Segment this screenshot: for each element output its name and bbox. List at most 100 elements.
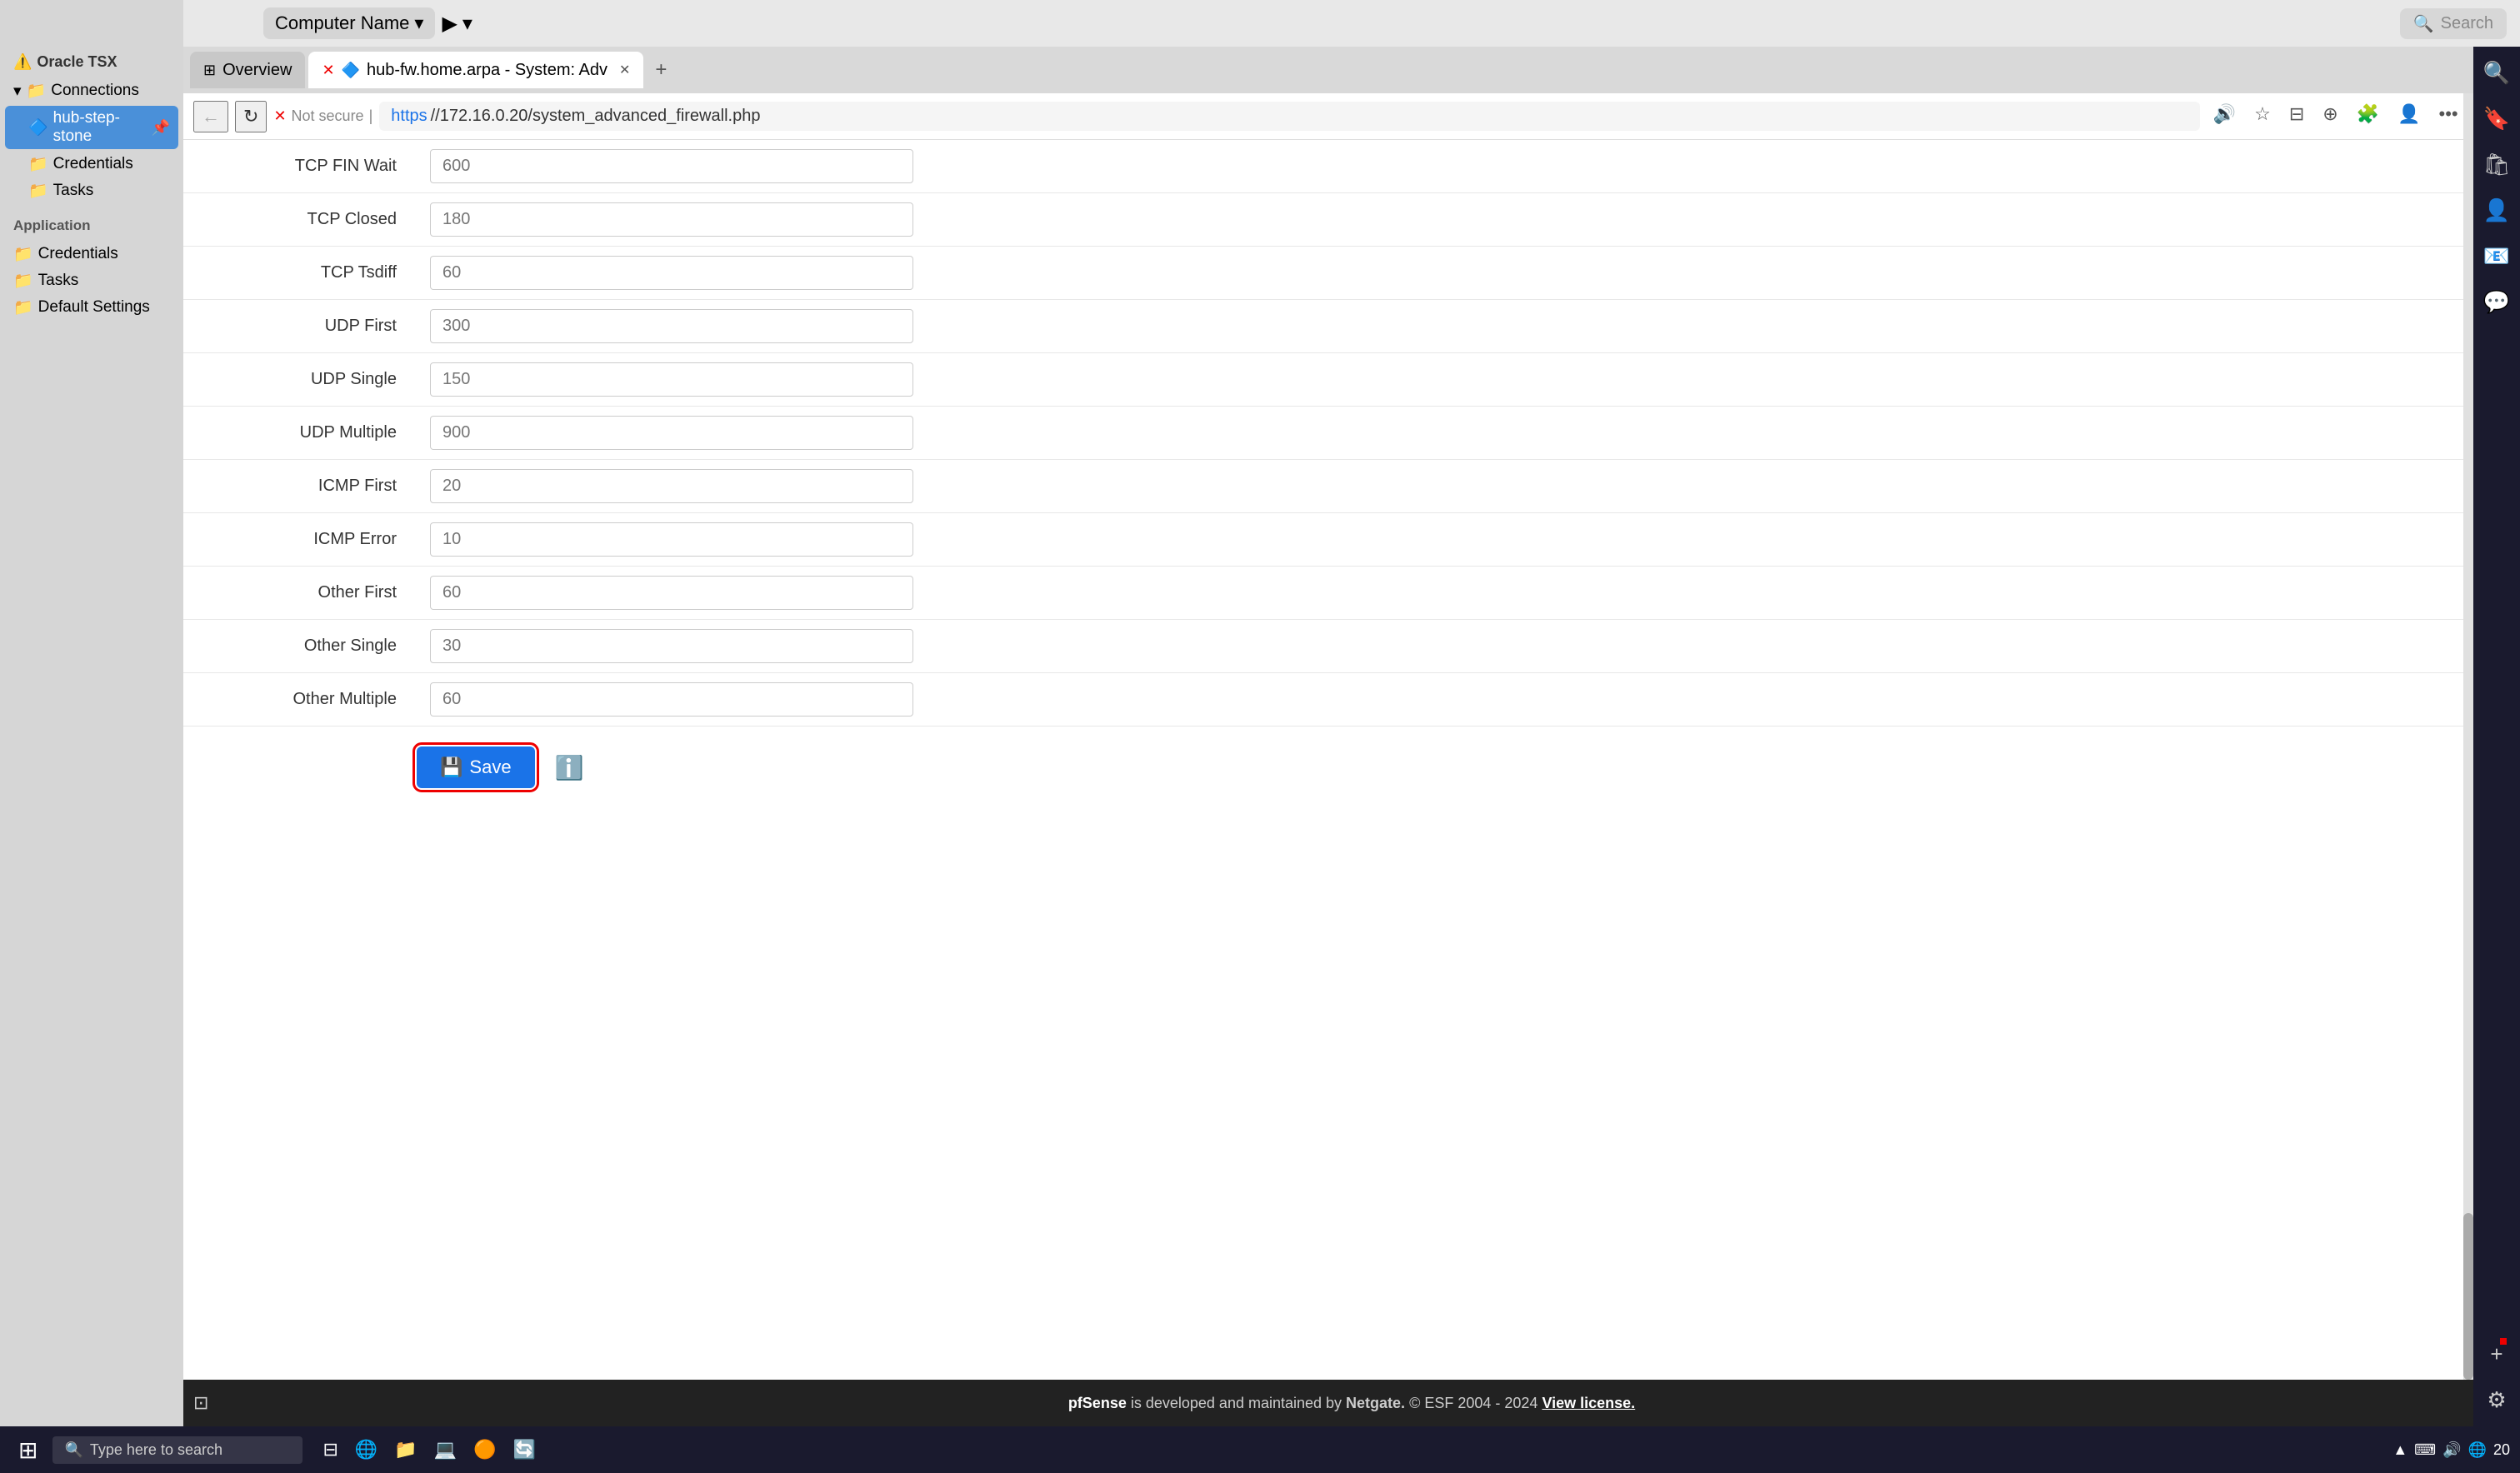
edge-search-icon[interactable]: 🔍 <box>2477 53 2517 92</box>
taskbar-task-view[interactable]: ⊟ <box>316 1436 344 1464</box>
field-label-5: UDP Multiple <box>183 413 417 452</box>
refresh-button[interactable]: ↻ <box>235 101 267 132</box>
read-aloud-button[interactable]: 🔊 <box>2207 100 2242 132</box>
edge-shop-icon[interactable]: 🛍 <box>2476 145 2517 184</box>
footer-text: pfSense is developed and maintained by N… <box>208 1395 2494 1412</box>
firewall-form: TCP FIN Wait TCP Closed TCP Tsdiff UDP F… <box>183 140 2520 727</box>
field-label-1: TCP Closed <box>183 200 417 239</box>
taskbar-terminal[interactable]: 💻 <box>428 1436 463 1464</box>
footer-left-icon: ⊡ <box>193 1392 208 1414</box>
search-bar[interactable]: 🔍 Search <box>2400 8 2507 39</box>
tab-hub-step-stone[interactable]: ✕ 🔷 hub-fw.home.arpa - System: Adv ✕ <box>308 52 643 88</box>
taskbar-search-icon: 🔍 <box>64 1441 82 1459</box>
folder-icon: 📁 <box>28 154 48 174</box>
edge-outlook-icon[interactable]: 📧 <box>2477 237 2517 276</box>
edge-notification-icon[interactable]: + <box>2483 1335 2509 1374</box>
info-icon: ℹ️ <box>555 754 584 781</box>
taskbar-edge[interactable]: 🌐 <box>348 1436 384 1464</box>
taskbar-explorer[interactable]: 📁 <box>388 1436 423 1464</box>
edge-sidebar: 🔍 🔖 🛍 👤 📧 💬 + ⚙ <box>2473 47 2520 1426</box>
search-placeholder: Search <box>2441 14 2493 33</box>
favorites-button[interactable]: ☆ <box>2248 100 2278 132</box>
folder-icon: 📁 <box>13 271 33 291</box>
main-content: TCP FIN Wait TCP Closed TCP Tsdiff UDP F… <box>183 140 2520 1380</box>
field-input-8[interactable] <box>430 576 913 610</box>
sidebar-item-tasks[interactable]: 📁 Tasks <box>5 177 178 204</box>
add-favorites-button[interactable]: ⊕ <box>2316 100 2344 132</box>
connection-icon: 🔷 <box>28 117 48 137</box>
field-input-6[interactable] <box>430 469 913 503</box>
taskbar: ⊞ 🔍 Type here to search ⊟ 🌐 📁 💻 🟠 🔄 ▲ ⌨ … <box>0 1426 2520 1473</box>
sidebar-item-default-settings[interactable]: 📁 Default Settings <box>5 294 178 321</box>
url-secure-part: https <box>391 107 427 126</box>
edge-profile-icon[interactable]: 👤 <box>2477 191 2517 230</box>
taskbar-search[interactable]: 🔍 Type here to search <box>52 1436 302 1464</box>
field-input-0[interactable] <box>430 149 913 183</box>
taskbar-app1[interactable]: 🟠 <box>467 1436 502 1464</box>
pin-icon: 📌 <box>152 119 170 137</box>
new-tab-button[interactable]: + <box>647 55 675 85</box>
browser-profile-button[interactable]: 👤 <box>2391 100 2427 132</box>
field-input-9[interactable] <box>430 629 913 663</box>
folder-icon: 📁 <box>27 81 47 101</box>
edge-teams-icon[interactable]: 💬 <box>2477 282 2517 322</box>
sidebar-item-hub-step-stone[interactable]: 🔷 hub-step-stone 📌 <box>5 106 178 149</box>
play-button[interactable]: ▶ ▾ <box>442 12 472 36</box>
taskbar-keyboard[interactable]: ⌨ <box>2414 1441 2436 1459</box>
pfsense-icon: 🔷 <box>342 62 360 79</box>
scrollbar-thumb[interactable] <box>2463 1213 2473 1380</box>
taskbar-volume[interactable]: 🔊 <box>2442 1441 2461 1459</box>
table-row: ICMP First <box>183 460 2520 513</box>
sidebar: ⚠️ Oracle TSX ▾ 📁 Connections 🔷 hub-step… <box>0 0 183 1473</box>
more-button[interactable]: ••• <box>2432 100 2465 132</box>
not-secure-indicator: ✕ Not secure | <box>273 107 372 125</box>
field-input-10[interactable] <box>430 682 913 717</box>
tab-close-x[interactable]: ✕ <box>322 62 334 79</box>
not-secure-icon: ✕ <box>273 107 286 125</box>
taskbar-app2[interactable]: 🔄 <box>507 1436 542 1464</box>
tab-overview-label: Overview <box>222 61 292 80</box>
tab-active-close[interactable]: ✕ <box>619 62 630 78</box>
save-button[interactable]: 💾 Save <box>417 746 535 788</box>
field-input-1[interactable] <box>430 202 913 237</box>
sidebar-item-connections[interactable]: ▾ 📁 Connections <box>5 77 178 104</box>
folder-icon: 📁 <box>28 181 48 201</box>
table-row: UDP Single <box>183 353 2520 407</box>
table-row: ICMP Error <box>183 513 2520 567</box>
table-row: Other Single <box>183 620 2520 673</box>
taskbar-search-placeholder: Type here to search <box>90 1441 222 1459</box>
taskbar-network[interactable]: 🌐 <box>2468 1441 2487 1459</box>
back-button[interactable]: ← <box>193 101 228 132</box>
field-input-3[interactable] <box>430 309 913 343</box>
field-label-3: UDP First <box>183 307 417 346</box>
chevron-down-icon: ▾ <box>414 12 423 34</box>
browser-window: ⊞ Overview ✕ 🔷 hub-fw.home.arpa - System… <box>183 47 2520 1426</box>
sidebar-item-app-tasks[interactable]: 📁 Tasks <box>5 267 178 294</box>
field-input-5[interactable] <box>430 416 913 450</box>
view-license-link[interactable]: View license. <box>1542 1395 1635 1411</box>
field-label-8: Other First <box>183 573 417 612</box>
field-input-7[interactable] <box>430 522 913 557</box>
edge-settings-icon[interactable]: ⚙ <box>2480 1381 2512 1420</box>
split-view-button[interactable]: ⊟ <box>2282 100 2311 132</box>
field-input-2[interactable] <box>430 256 913 290</box>
field-label-2: TCP Tsdiff <box>183 253 417 292</box>
url-bar[interactable]: https //172.16.0.20/system_advanced_fire… <box>379 102 2199 131</box>
sidebar-item-credentials[interactable]: 📁 Credentials <box>5 151 178 177</box>
computer-name-label: Computer Name <box>275 12 409 34</box>
computer-name-dropdown[interactable]: Computer Name ▾ <box>263 7 435 39</box>
app-title: ⚠️ Oracle TSX <box>0 47 183 74</box>
save-icon: 💾 <box>440 756 462 778</box>
start-button[interactable]: ⊞ <box>10 1433 46 1467</box>
tab-overview[interactable]: ⊞ Overview <box>190 52 305 88</box>
table-row: Other Multiple <box>183 673 2520 727</box>
sidebar-item-app-credentials[interactable]: 📁 Credentials <box>5 241 178 267</box>
field-input-4[interactable] <box>430 362 913 397</box>
footer: ⊡ pfSense is developed and maintained by… <box>183 1380 2520 1426</box>
taskbar-up-arrow[interactable]: ▲ <box>2392 1441 2408 1459</box>
field-label-10: Other Multiple <box>183 680 417 719</box>
extensions-button[interactable]: 🧩 <box>2350 100 2386 132</box>
edge-favorites-icon[interactable]: 🔖 <box>2477 99 2517 138</box>
folder-icon: 📁 <box>13 244 33 264</box>
url-rest-part: //172.16.0.20/system_advanced_firewall.p… <box>431 107 761 126</box>
